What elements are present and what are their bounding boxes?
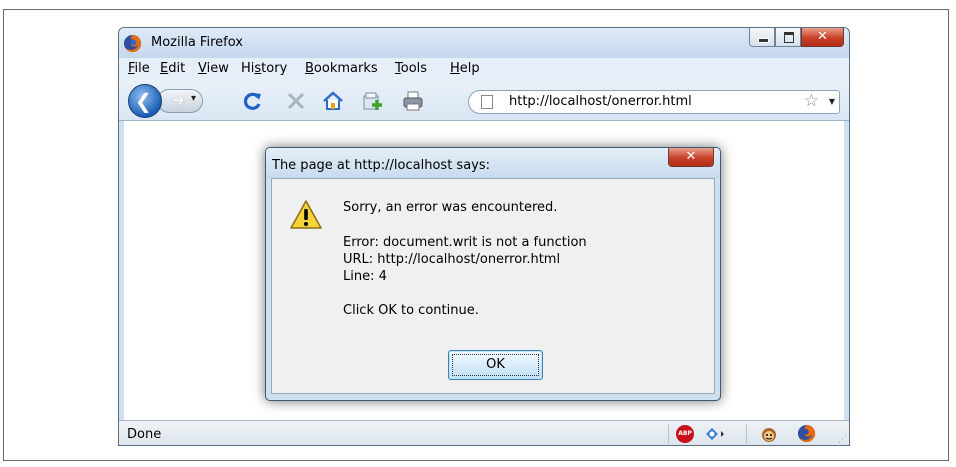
navigation-toolbar: ➔ ▾ ❮ http://localhost/onerror.html ☆ ▼ bbox=[119, 80, 849, 121]
menu-file[interactable]: File bbox=[128, 61, 150, 76]
bookmark-star-icon[interactable]: ☆ bbox=[804, 91, 819, 111]
page-icon bbox=[481, 95, 493, 109]
ok-button[interactable]: OK bbox=[448, 350, 543, 380]
close-icon: ✕ bbox=[685, 149, 697, 164]
menu-view[interactable]: View bbox=[198, 61, 229, 76]
adblock-plus-icon[interactable]: ABP bbox=[676, 425, 694, 443]
menu-bookmarks[interactable]: Bookmarks bbox=[305, 61, 378, 76]
url-text[interactable]: http://localhost/onerror.html bbox=[509, 94, 692, 109]
url-bar[interactable]: http://localhost/onerror.html ☆ ▼ bbox=[468, 90, 840, 114]
print-icon[interactable] bbox=[402, 90, 424, 112]
dialog-message: Sorry, an error was encountered. bbox=[343, 200, 558, 215]
status-divider bbox=[746, 424, 747, 444]
url-dropdown-icon[interactable]: ▼ bbox=[829, 97, 835, 106]
menubar: File Edit View History Bookmarks Tools H… bbox=[119, 58, 849, 80]
reload-icon[interactable] bbox=[242, 90, 264, 112]
firefox-logo-icon bbox=[123, 34, 142, 53]
minimize-button[interactable] bbox=[749, 28, 775, 47]
dialog-body: Sorry, an error was encountered. Error: … bbox=[271, 178, 715, 394]
menu-history[interactable]: History bbox=[241, 61, 287, 76]
error-detail: Error: document.writ is not a function bbox=[343, 235, 587, 250]
forward-button[interactable]: ➔ ▾ bbox=[157, 89, 203, 113]
menu-help[interactable]: Help bbox=[450, 61, 480, 76]
dialog-instruction: Click OK to continue. bbox=[343, 303, 479, 318]
new-tab-icon[interactable] bbox=[362, 90, 384, 112]
sync-icon[interactable] bbox=[704, 426, 726, 442]
forward-icon: ➔ bbox=[172, 91, 185, 109]
back-button[interactable]: ❮ bbox=[128, 84, 162, 118]
status-text: Done bbox=[127, 427, 162, 442]
close-icon: ✕ bbox=[817, 29, 828, 44]
greasemonkey-icon[interactable] bbox=[760, 425, 778, 443]
close-button[interactable]: ✕ bbox=[801, 28, 844, 47]
error-url: URL: http://localhost/onerror.html bbox=[343, 252, 561, 267]
warning-icon bbox=[290, 200, 322, 229]
dialog-title: The page at http://localhost says: bbox=[272, 158, 491, 173]
back-icon: ❮ bbox=[135, 89, 152, 113]
stop-icon[interactable] bbox=[285, 90, 307, 112]
menu-tools[interactable]: Tools bbox=[395, 61, 427, 76]
minimize-icon bbox=[758, 38, 769, 43]
menu-edit[interactable]: Edit bbox=[160, 61, 185, 76]
firefox-status-icon[interactable] bbox=[797, 424, 816, 443]
resize-grip-icon[interactable]: ⋰ bbox=[838, 435, 847, 445]
status-divider bbox=[668, 424, 669, 444]
maximize-button[interactable] bbox=[775, 28, 801, 47]
maximize-icon bbox=[784, 32, 794, 43]
alert-dialog: The page at http://localhost says: ✕ Sor… bbox=[265, 147, 721, 401]
window-controls: ✕ bbox=[749, 28, 844, 49]
window-title: Mozilla Firefox bbox=[151, 35, 243, 50]
error-line: Line: 4 bbox=[343, 269, 387, 284]
dialog-close-button[interactable]: ✕ bbox=[668, 148, 714, 167]
home-icon[interactable] bbox=[322, 90, 344, 112]
history-dropdown-icon[interactable]: ▾ bbox=[191, 93, 196, 104]
window-titlebar: Mozilla Firefox ✕ bbox=[119, 28, 849, 58]
dialog-titlebar: The page at http://localhost says: ✕ bbox=[266, 148, 720, 178]
focus-ring bbox=[452, 354, 539, 376]
statusbar: Done ABP ⋰ bbox=[119, 420, 849, 445]
